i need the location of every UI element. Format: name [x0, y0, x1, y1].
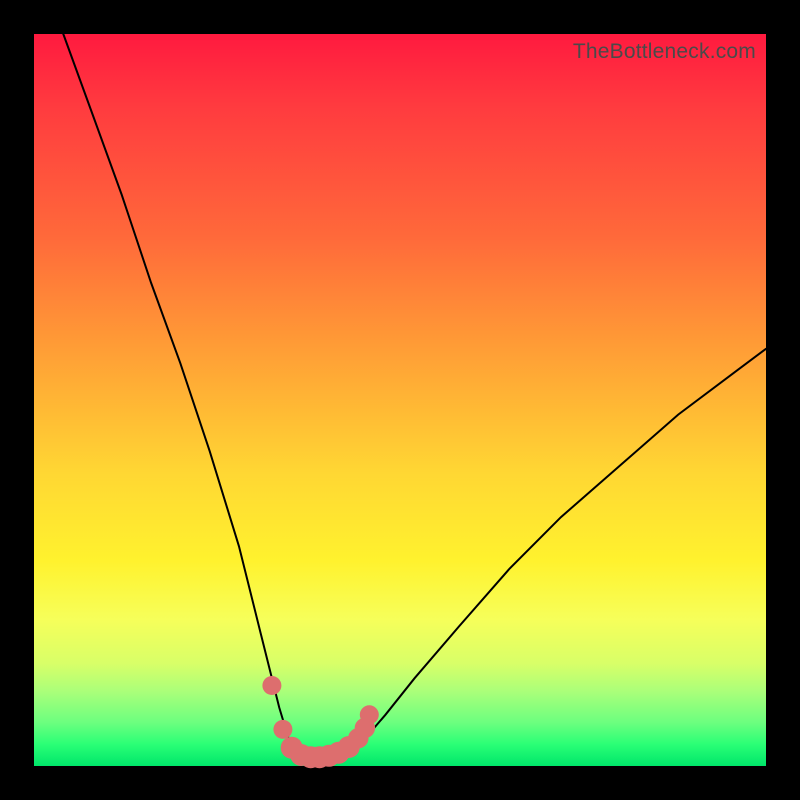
plot-area: TheBottleneck.com [34, 34, 766, 766]
curve-marker [360, 705, 379, 724]
curve-marker [273, 720, 292, 739]
bottleneck-curve [34, 34, 766, 766]
curve-markers [262, 676, 378, 768]
curve-marker [262, 676, 281, 695]
curve-line [63, 34, 766, 759]
chart-frame: TheBottleneck.com [0, 0, 800, 800]
